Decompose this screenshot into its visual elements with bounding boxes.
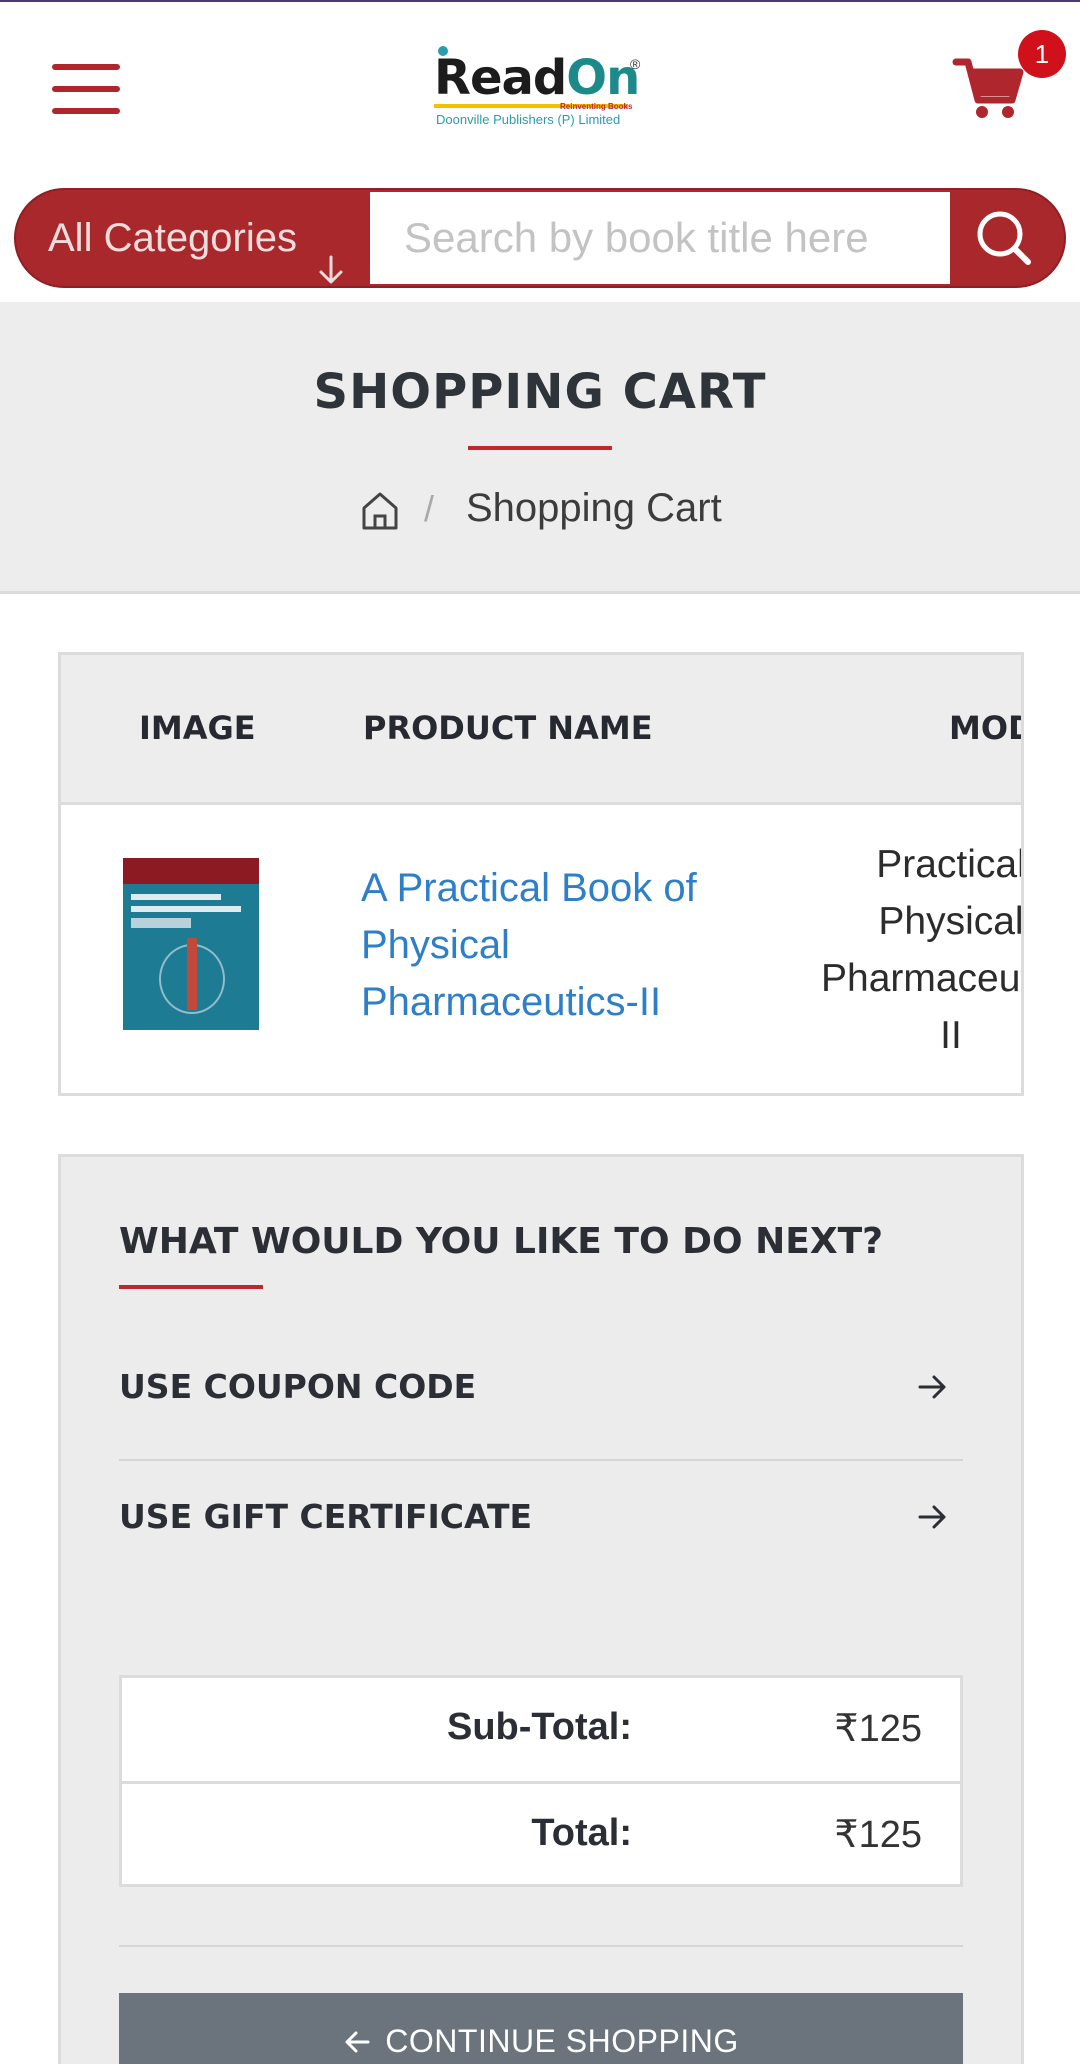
use-coupon-code-option[interactable]: USE COUPON CODE <box>119 1331 963 1461</box>
table-row: A Practical Book of Physical Pharmaceuti… <box>61 808 1024 1093</box>
subtotal-value: ₹125 <box>834 1708 922 1750</box>
arrow-left-icon <box>345 2031 370 2053</box>
hamburger-menu-icon[interactable] <box>52 64 120 114</box>
breadcrumb-separator: / <box>424 488 435 529</box>
subtotal-label: Sub-Total: <box>446 1706 632 1748</box>
product-thumbnail[interactable] <box>123 858 259 1030</box>
cart-table[interactable]: IMAGE PRODUCT NAME MOD A Practical Book … <box>58 652 1024 1096</box>
header-model: MOD <box>949 709 1021 747</box>
search-input[interactable] <box>370 192 950 284</box>
logo-wordmark: ReadOn <box>434 50 640 106</box>
total-row: Total: ₹125 <box>122 1781 960 1884</box>
use-coupon-code-label: USE COUPON CODE <box>119 1367 477 1406</box>
logo-publisher: Doonville Publishers (P) Limited <box>436 112 621 127</box>
search-bar: All Categories <box>14 188 1066 288</box>
shopping-cart-icon[interactable] <box>952 50 1026 124</box>
next-actions-panel: WHAT WOULD YOU LIKE TO DO NEXT? USE COUP… <box>58 1154 1024 2064</box>
continue-shopping-label: CONTINUE SHOPPING <box>385 2023 739 2059</box>
cart-count-badge[interactable]: 1 <box>1018 30 1066 78</box>
title-underline <box>468 446 612 450</box>
use-gift-certificate-label: USE GIFT CERTIFICATE <box>119 1497 533 1536</box>
arrow-right-icon <box>917 1371 949 1403</box>
table-header: IMAGE PRODUCT NAME MOD <box>61 655 1021 805</box>
totals-table: Sub-Total: ₹125 Total: ₹125 <box>119 1675 963 1887</box>
home-icon[interactable] <box>360 490 400 532</box>
page-title-banner: SHOPPING CART / Shopping Cart <box>0 302 1080 594</box>
category-select-label: All Categories <box>48 216 298 260</box>
breadcrumb: / Shopping Cart <box>0 480 1080 540</box>
breadcrumb-current: Shopping Cart <box>466 486 722 530</box>
page-title: SHOPPING CART <box>313 364 767 420</box>
panel-divider <box>119 1945 963 1947</box>
arrow-right-icon <box>917 1501 949 1533</box>
logo-registered-mark: ® <box>630 56 641 72</box>
search-icon[interactable] <box>964 200 1044 278</box>
site-logo[interactable]: ReadOn ® Reinventing Books Doonville Pub… <box>432 46 652 132</box>
header-image: IMAGE <box>139 709 256 747</box>
next-actions-underline <box>119 1285 263 1289</box>
site-header: ReadOn ® Reinventing Books Doonville Pub… <box>0 2 1080 172</box>
header-product-name: PRODUCT NAME <box>363 709 653 747</box>
next-actions-title: WHAT WOULD YOU LIKE TO DO NEXT? <box>119 1221 884 1262</box>
total-value: ₹125 <box>834 1814 922 1856</box>
category-select[interactable]: All Categories <box>16 190 368 286</box>
logo-tagline: Reinventing Books <box>560 102 633 111</box>
continue-shopping-button[interactable]: CONTINUE SHOPPING <box>119 1993 963 2064</box>
arrow-down-icon <box>318 224 344 284</box>
product-model: Practical Physical Pharmaceutics-II <box>821 843 1024 1057</box>
total-label: Total: <box>531 1812 632 1854</box>
use-gift-certificate-option[interactable]: USE GIFT CERTIFICATE <box>119 1461 963 1591</box>
product-name-link[interactable]: A Practical Book of Physical Pharmaceuti… <box>361 860 741 1031</box>
subtotal-row: Sub-Total: ₹125 <box>122 1678 960 1781</box>
